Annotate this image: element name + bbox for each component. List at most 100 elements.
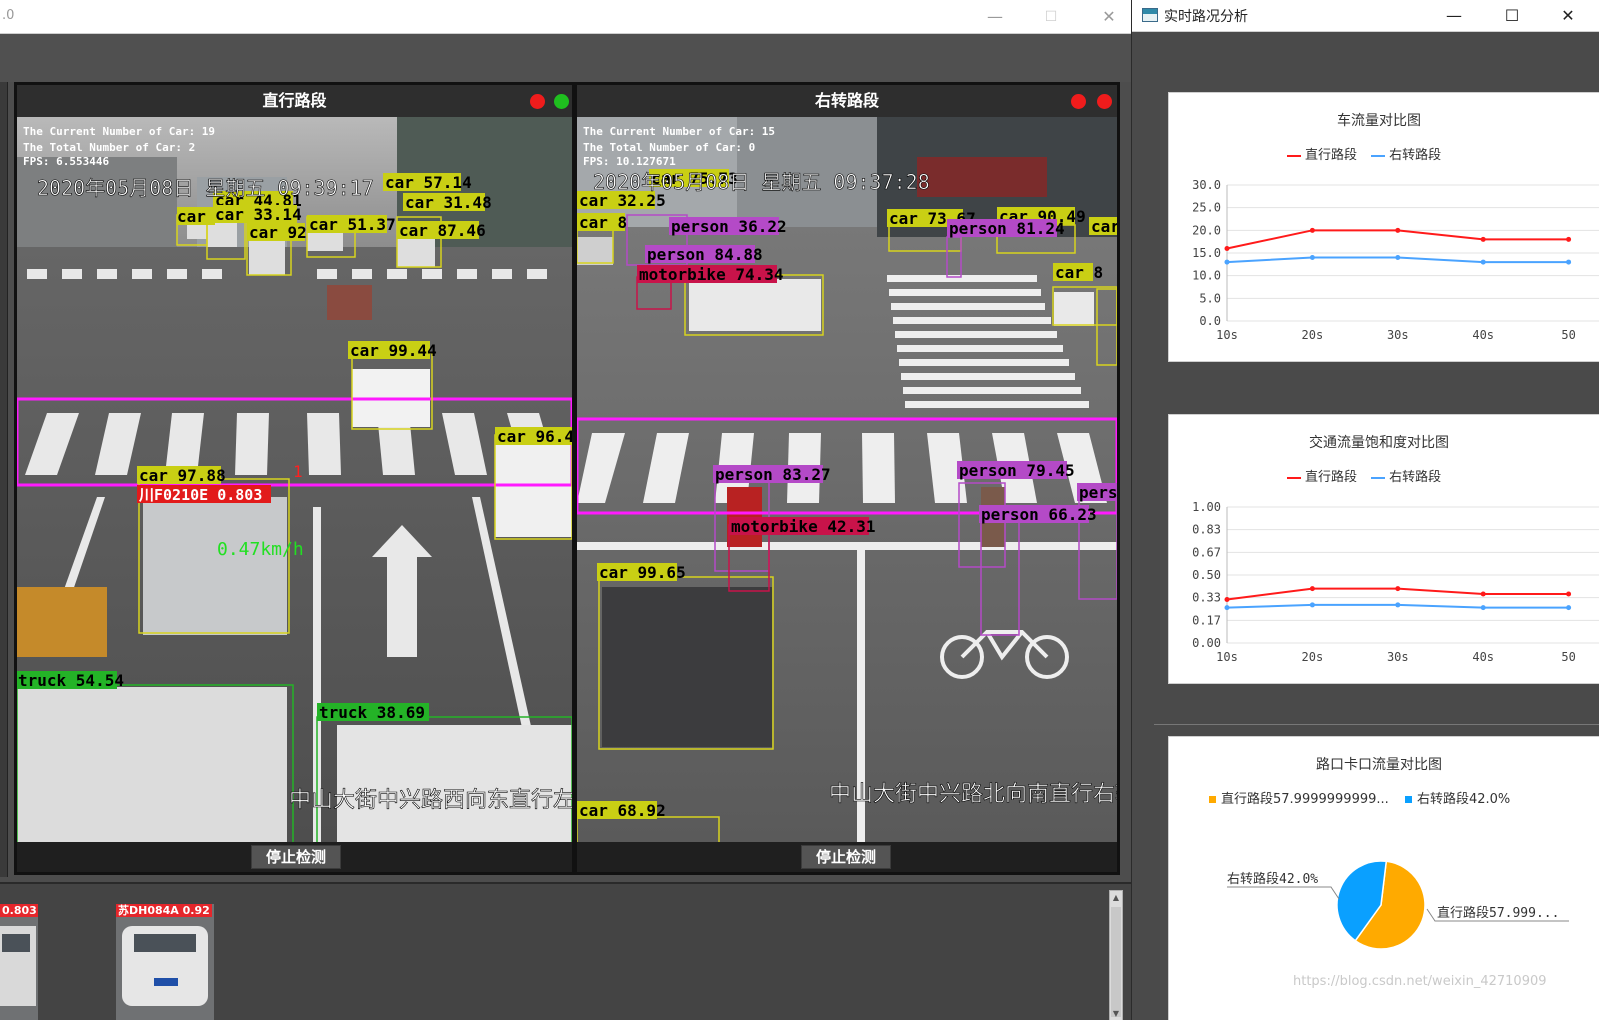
x-tick-label: 20s — [1302, 650, 1324, 664]
det-label: motorbike 42.31 — [731, 517, 876, 536]
det-label: car 8 — [1091, 217, 1117, 236]
data-point — [1566, 591, 1572, 597]
series-line — [1226, 229, 1569, 250]
det-label: car 31.48 — [405, 193, 492, 212]
window-title: 实时路况分析 — [1164, 9, 1248, 25]
overlay-total: The Total Number of Car: 2 — [23, 141, 195, 154]
watermark: https://blog.csdn.net/weixin_42710909 — [1293, 974, 1547, 989]
y-tick-label: 0.50 — [1192, 568, 1221, 582]
camera-frame: car 32.25 car 75.73 car 8 person 36.22 p… — [577, 117, 1117, 843]
minimize-button[interactable]: — — [1442, 4, 1466, 28]
x-tick-label: 20s — [1302, 328, 1324, 342]
y-tick-label: 1.00 — [1192, 500, 1221, 514]
stop-detection-button[interactable]: 停止检测 — [801, 845, 891, 869]
det-label: car 99.65 — [599, 563, 686, 582]
status-dot-green — [554, 94, 569, 109]
status-dot-red-2 — [1097, 94, 1112, 109]
y-tick-label: 0.83 — [1192, 523, 1221, 537]
speed-readout: 0.47km/h — [217, 539, 304, 560]
det-label: car 57.14 — [385, 173, 472, 192]
panel-footer: 停止检测 — [577, 842, 1117, 872]
plate-thumbnail-strip: 0.803 苏DH084A 0.92 ▲ ▼ — [0, 882, 1131, 1020]
maximize-button[interactable]: ☐ — [1040, 6, 1062, 28]
car-thumbnail-image — [116, 904, 214, 1020]
det-label: car 96.42 — [497, 427, 572, 446]
detection-window-titlebar[interactable]: .0 — ☐ ✕ — [0, 0, 1131, 34]
det-label: car 8 — [579, 213, 627, 232]
data-point — [1224, 596, 1230, 602]
overlay-current: The Current Number of Car: 15 — [583, 125, 775, 138]
thumbnail-scrollbar[interactable]: ▲ ▼ — [1109, 890, 1123, 1020]
data-point — [1480, 259, 1486, 265]
det-label: person 84.88 — [647, 245, 763, 264]
det-label: car 92 — [249, 223, 307, 242]
flow-chart-card: 车流量对比图 直行路段 右转路段 30.0 25.0 20.0 15.0 10.0 5.0… — [1168, 92, 1599, 362]
close-button[interactable]: ✕ — [1098, 6, 1120, 28]
scroll-up-icon[interactable]: ▲ — [1110, 891, 1122, 905]
det-label: motorbike 74.34 — [639, 265, 784, 284]
x-tick-label: 30s — [1387, 650, 1409, 664]
data-point — [1309, 255, 1315, 261]
y-tick-label: 0.00 — [1192, 636, 1221, 650]
stop-detection-button[interactable]: 停止检测 — [251, 845, 341, 869]
toolbar-area — [0, 34, 1131, 82]
det-label: person 83.27 — [715, 465, 831, 484]
det-label: car 68.92 — [579, 801, 666, 820]
data-point — [1566, 236, 1572, 242]
x-tick-label: 40s — [1472, 650, 1494, 664]
det-label: truck 54.54 — [18, 671, 124, 690]
analysis-window-titlebar[interactable]: 实时路况分析 — ☐ ✕ — [1132, 0, 1599, 32]
panel-footer: 停止检测 — [17, 842, 572, 872]
video-panel-right-turn: 右转路段 car 32.25 car 75.73 car 8 person 36… — [574, 82, 1120, 875]
overlay-current: The Current Number of Car: 19 — [23, 125, 215, 138]
side-strip — [0, 82, 8, 877]
data-point — [1395, 602, 1401, 608]
x-tick-label: 10s — [1216, 650, 1238, 664]
det-label: car 51.37 — [309, 215, 396, 234]
overlay-datetime: 2020年05月08日 星期五 09:39:17 — [37, 176, 374, 200]
maximize-button[interactable]: ☐ — [1500, 4, 1524, 28]
det-label: person 36.22 — [671, 217, 787, 236]
plate-thumbnail[interactable]: 苏DH084A 0.92 — [116, 904, 214, 1020]
x-tick-label: 30s — [1387, 328, 1409, 342]
window-title: .0 — [2, 8, 15, 23]
scroll-down-icon[interactable]: ▼ — [1110, 1007, 1122, 1020]
overlay-location: 中山大街中兴路西向东直行左转 — [289, 788, 572, 813]
data-point — [1395, 586, 1401, 592]
overlay-total: The Total Number of Car: 0 — [583, 141, 755, 154]
data-point — [1309, 602, 1315, 608]
app-icon — [1142, 8, 1158, 22]
data-point — [1480, 605, 1486, 611]
data-point — [1395, 227, 1401, 233]
data-point — [1566, 259, 1572, 265]
pie-label-right: 直行路段57.999... — [1437, 905, 1559, 921]
line-marker: 1 — [293, 462, 303, 481]
plate-tag: 0.803 — [0, 904, 38, 917]
y-tick-label: 5.0 — [1199, 291, 1221, 305]
plate-thumbnail[interactable]: 0.803 — [0, 904, 38, 1020]
minimize-button[interactable]: — — [984, 6, 1006, 28]
data-point — [1309, 586, 1315, 592]
video-feed: car 57.14 car 44.81 car 31.48 car 6 car … — [17, 117, 572, 843]
status-dot-red — [530, 94, 545, 109]
plate-label: 川F0210E 0.803 — [138, 486, 262, 504]
flow-line-chart: 30.0 25.0 20.0 15.0 10.0 5.0 0.010s 20s 30s 40s 50 — [1192, 178, 1599, 342]
pie-leader-line — [1227, 886, 1340, 900]
close-button[interactable]: ✕ — [1556, 4, 1580, 28]
car-thumbnail-image — [0, 904, 38, 1020]
x-tick-label: 10s — [1216, 328, 1238, 342]
plate-tag: 苏DH084A 0.92 — [116, 904, 212, 917]
x-tick-label: 40s — [1472, 328, 1494, 342]
det-label: person 66.23 — [981, 505, 1097, 524]
y-tick-label: 20.0 — [1192, 223, 1221, 237]
x-tick-label: 50 — [1561, 650, 1575, 664]
data-point — [1480, 591, 1486, 597]
data-point — [1309, 227, 1315, 233]
data-point — [1224, 245, 1230, 251]
scrollbar-thumb[interactable] — [1111, 907, 1121, 1017]
det-label: person 79.45 — [959, 461, 1075, 480]
det-label: truck 38.69 — [319, 703, 425, 722]
data-point — [1566, 605, 1572, 611]
y-tick-label: 0.17 — [1192, 613, 1221, 627]
det-label: car 8 — [1055, 263, 1103, 282]
